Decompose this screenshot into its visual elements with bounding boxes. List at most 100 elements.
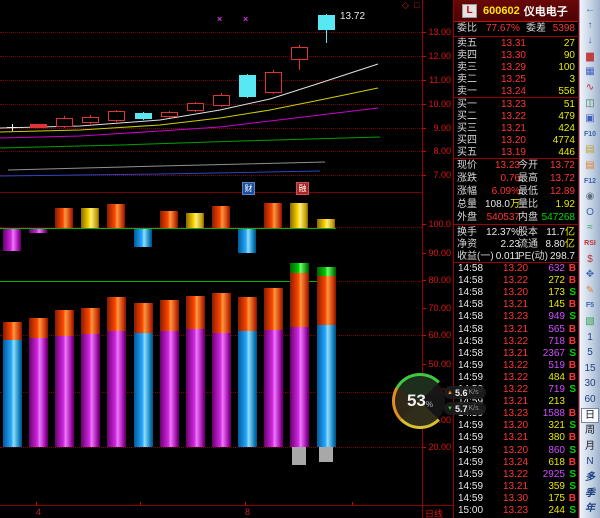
down-arrow-icon[interactable]: ↓ [581,33,599,48]
candlestick [187,103,204,111]
panel-separator [454,262,578,263]
period-30-button[interactable]: 30 [581,376,599,391]
period-year-button[interactable]: 年 [581,501,599,516]
f5-icon[interactable]: F5 [581,298,599,313]
tick-time: 14:59 [458,420,483,432]
tick-volume: 272 [548,275,565,287]
sell-level-row[interactable]: 卖三13.29100 [454,62,578,74]
period-60-button[interactable]: 60 [581,392,599,407]
sell-level-row[interactable]: 卖四13.3090 [454,50,578,62]
stacked-bar-red-segment [81,308,100,334]
y-axis-label: 11.00 [422,75,451,85]
indicator-line [0,281,336,282]
stacked-bar-red-segment [55,310,74,336]
finance-badge[interactable]: 财 [242,182,255,195]
pencil-icon[interactable]: ✎ [581,283,599,298]
note-icon[interactable]: ▤ [581,158,599,173]
weibi-value: 77.67% [486,23,520,35]
window-icon[interactable]: □ [414,0,419,10]
tick-row: 14:5813.20632B [455,263,579,275]
photo-icon[interactable]: ◉ [581,189,599,204]
weibi-label: 委比 [457,23,477,35]
buy-level-row[interactable]: 买一13.2351 [454,99,578,111]
diamond-icon[interactable]: ◇ [402,0,409,10]
candlestick [161,112,178,117]
candle-chart-icon[interactable]: ◫ [581,96,599,111]
info-value-text: 13.72 [550,160,575,171]
tick-volume: 2367 [543,348,565,360]
info-value-text: 0.011 [496,251,520,262]
info-label: 涨跌 [457,173,477,185]
tick-volume: 565 [548,324,565,336]
weicha-value: 5398 [553,23,575,35]
period-quarter-button[interactable]: 季 [581,486,599,501]
y-axis-label: 10.00 [422,99,451,109]
info-label: 今开 [518,160,538,172]
kline-chart-area[interactable]: ××13.72财融◇□48 [0,0,422,518]
period-1-button[interactable]: 1 [581,330,599,345]
move-icon[interactable]: ✥ [581,267,599,282]
folder-icon[interactable]: ▤ [581,142,599,157]
event-badge[interactable]: 融 [296,182,309,195]
tick-volume: 484 [548,372,565,384]
stock-name: 仪电电子 [524,3,568,19]
overlay-percent-value: 53 [407,391,426,411]
stacked-bar-base-segment [186,329,205,447]
info-label: 最高 [518,173,538,185]
period-n-button[interactable]: N [581,454,599,469]
info-value-text: 108.0 [485,199,510,210]
tick-volume: 860 [548,445,565,457]
stacked-bar-red-segment [290,273,309,327]
grid-chart-icon[interactable]: ▦ [581,64,599,79]
line-chart-icon[interactable]: ∿ [581,80,599,95]
period-day-button[interactable]: 日 [581,408,599,423]
buy-level-row[interactable]: 买三13.21424 [454,123,578,135]
stacked-bar-base-segment [317,325,336,447]
info-value-text: 8.80 [546,239,565,250]
stacked-bar-base-segment [81,334,100,447]
network-monitor-overlay[interactable]: 53 % [392,373,448,429]
panel-separator [454,97,578,98]
level-price: 13.29 [501,62,526,74]
overlay-percent: 53 % [395,376,445,426]
period-week-button[interactable]: 周 [581,423,599,438]
period-multi-button[interactable]: 多 [581,470,599,485]
back-arrow-icon[interactable]: ← [581,2,599,17]
tick-time: 14:58 [458,263,483,275]
info-label: 内盘 [518,212,538,224]
tick-row: 14:5813.21145B [455,299,579,311]
level-price: 13.22 [501,111,526,123]
up-arrow-icon[interactable]: ↑ [581,18,599,33]
l-badge[interactable]: L [462,4,477,18]
wave-icon[interactable]: ≈ [581,220,599,235]
gridline-sub [0,447,422,448]
sell-level-row[interactable]: 卖二13.253 [454,74,578,86]
last-price-label: 13.72 [340,11,365,22]
f10-icon[interactable]: F10 [581,127,599,142]
dollar-icon[interactable]: $ [581,252,599,267]
buy-level-row[interactable]: 买四13.204774 [454,135,578,147]
price-axis: 13.0012.0011.0010.009.008.007.00100.090.… [422,0,453,518]
tick-side: S [569,445,576,457]
tick-volume: 949 [548,311,565,323]
stacked-bar-red-segment [134,303,153,333]
rsi-icon[interactable]: RSI [581,236,599,251]
tick-row: 14:5913.20321S [455,420,579,432]
buy-level-row[interactable]: 买二13.22479 [454,111,578,123]
image-icon[interactable]: ▧ [581,314,599,329]
period-month-button[interactable]: 月 [581,439,599,454]
y-axis-label: 12.00 [422,51,451,61]
tick-price: 13.23 [503,505,528,517]
f12-icon[interactable]: F12 [581,174,599,189]
volume-chart-icon[interactable]: ▆ [581,49,599,64]
board-icon[interactable]: ▣ [581,111,599,126]
period-15-button[interactable]: 15 [581,361,599,376]
level-price: 13.20 [501,135,526,147]
level-label: 买四 [457,135,477,147]
stacked-bar-red-segment [238,297,257,331]
info-value-text: 12.89 [550,186,575,197]
period-5-button[interactable]: 5 [581,345,599,360]
circle-icon[interactable]: O [581,205,599,220]
sell-level-row[interactable]: 卖五13.3127 [454,38,578,50]
tick-row: 14:5913.21380B [455,432,579,444]
